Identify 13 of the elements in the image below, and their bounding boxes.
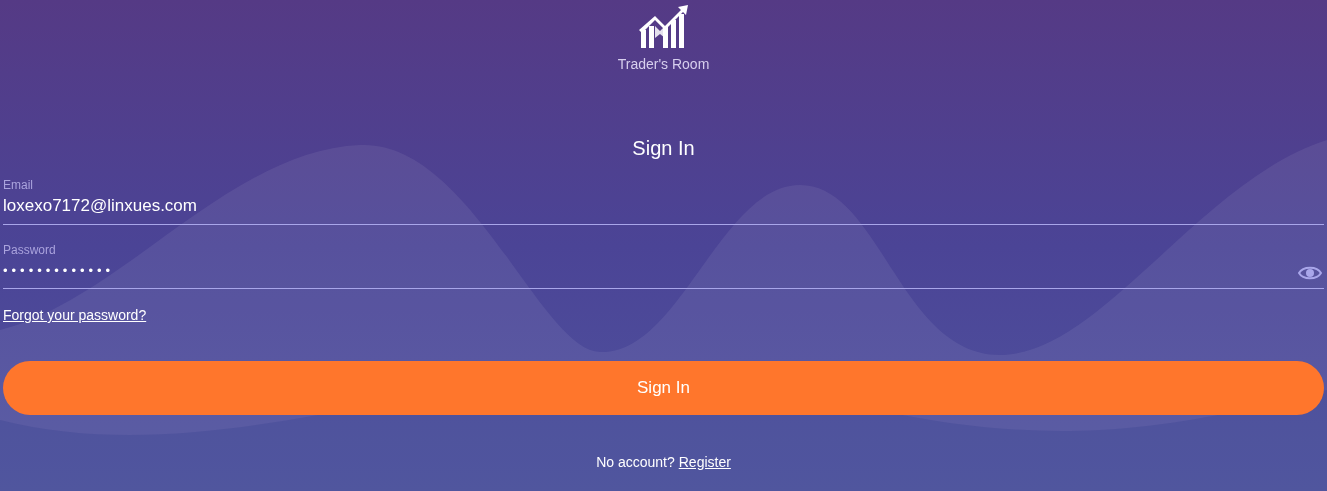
- form-heading: Sign In: [632, 136, 695, 160]
- field-value[interactable]: loxexo7172@linxues.com: [3, 192, 1324, 224]
- show-password-icon[interactable]: [1298, 264, 1322, 281]
- input-field[interactable]: Password •••••••••••••: [3, 243, 1324, 289]
- chart-logo-icon: [638, 4, 689, 48]
- app-title: Trader's Room: [617, 56, 710, 72]
- field-label: Password: [3, 243, 57, 257]
- register-link[interactable]: Register: [678, 454, 731, 470]
- register-prompt: No account?: [596, 454, 675, 470]
- forgot-password-link[interactable]: Forgot your password?: [3, 307, 147, 323]
- field-label: Email: [3, 178, 34, 192]
- field-value[interactable]: •••••••••••••: [3, 257, 1298, 288]
- input-field[interactable]: Email loxexo7172@linxues.com: [3, 178, 1324, 225]
